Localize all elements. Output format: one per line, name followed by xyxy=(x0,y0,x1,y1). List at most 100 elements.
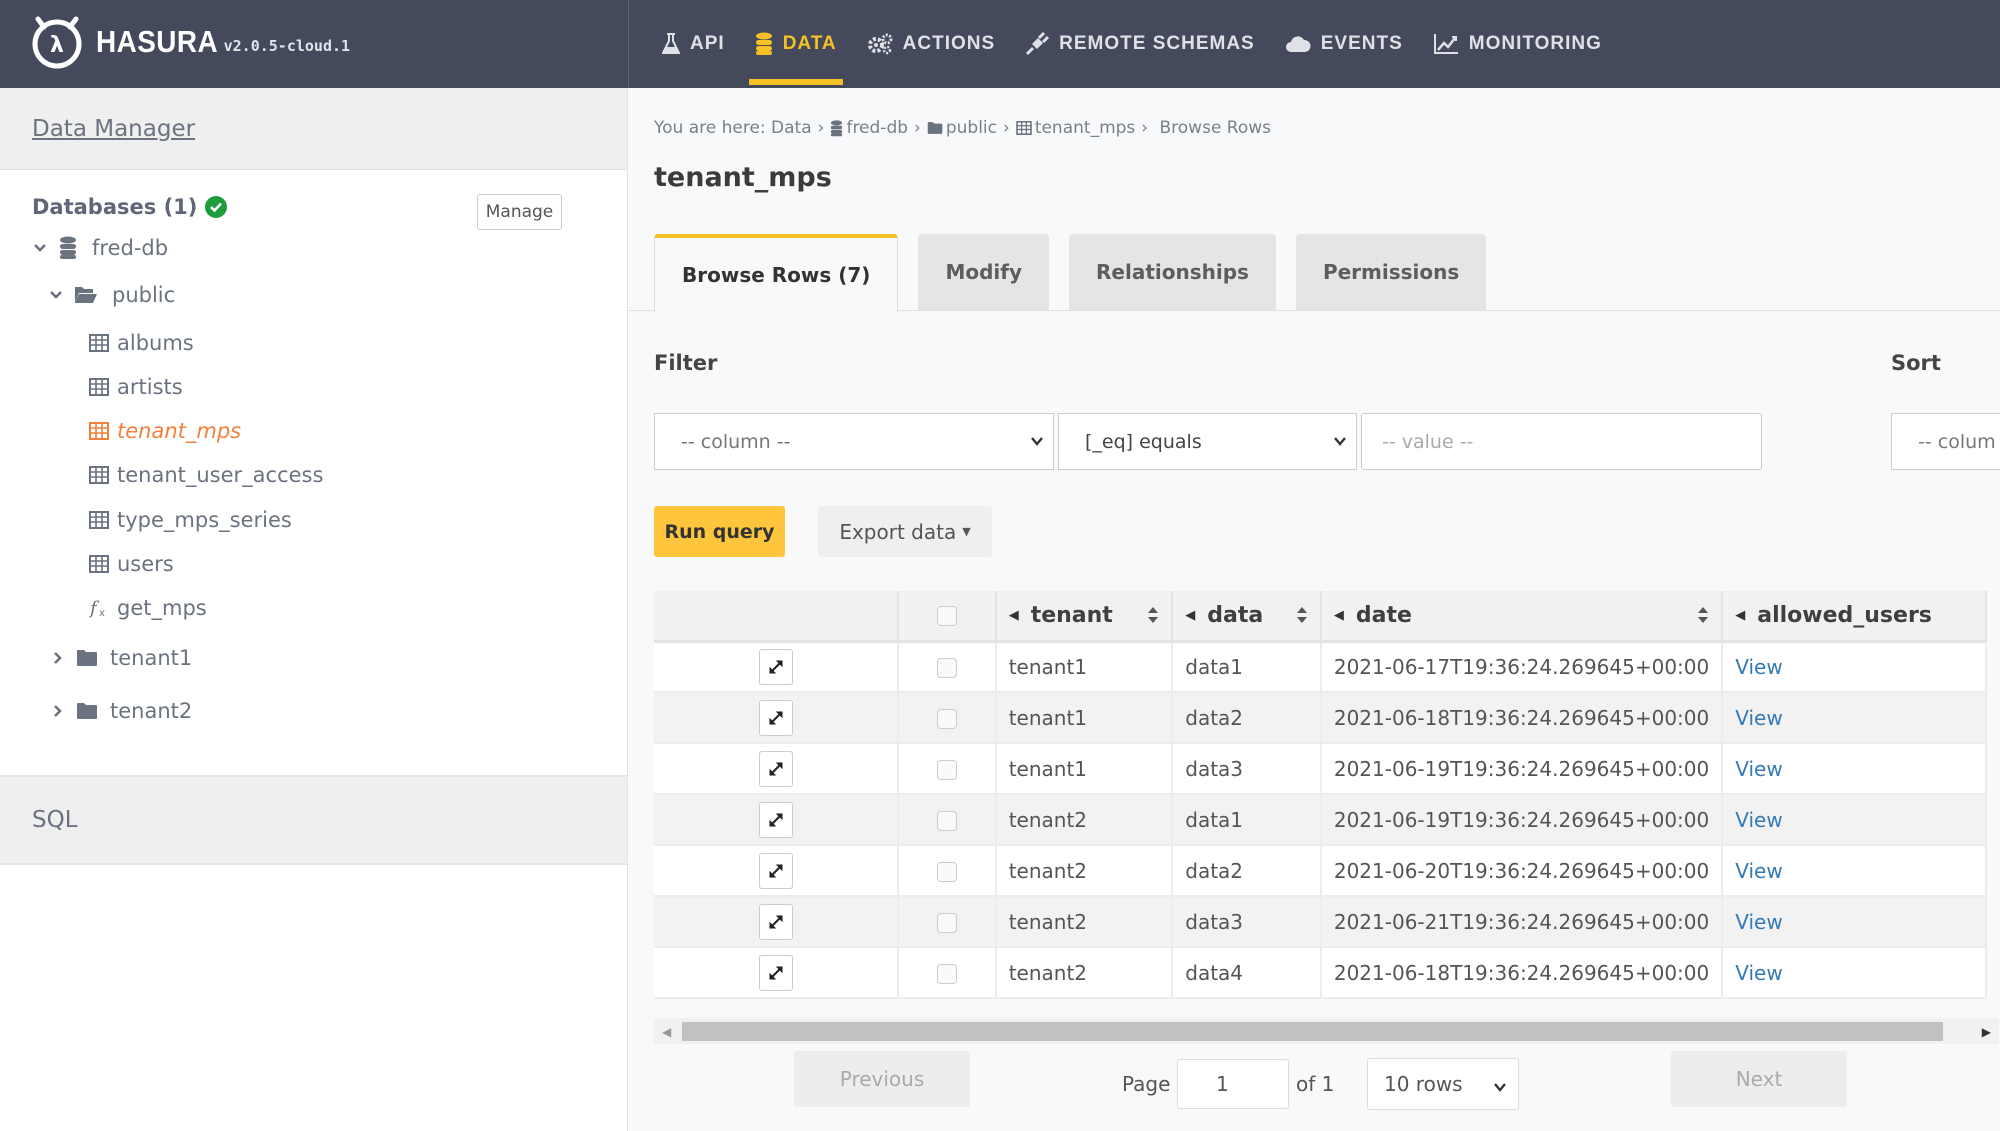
data-manager-section: Data Manager xyxy=(0,88,627,170)
rows-per-page-select[interactable]: 10 rows xyxy=(1367,1058,1519,1110)
expand-row-button[interactable] xyxy=(758,801,793,838)
header-data[interactable]: ◀ data xyxy=(1172,591,1322,643)
expand-row-button[interactable] xyxy=(758,648,793,685)
row-checkbox[interactable] xyxy=(936,964,957,984)
tree-table-tenant-mps[interactable]: tenant_mps xyxy=(89,419,241,443)
filter-operator-select[interactable]: [_eq] equals xyxy=(1058,413,1357,470)
sort-icon[interactable] xyxy=(1296,605,1308,631)
caret-left-icon[interactable]: ◀ xyxy=(1185,608,1195,623)
table-icon xyxy=(89,555,109,573)
tree-table-users[interactable]: users xyxy=(89,552,174,576)
breadcrumb-database[interactable]: fred-db xyxy=(846,118,908,138)
tree-database-fred-db[interactable]: fred-db xyxy=(32,236,168,260)
chevron-right-icon[interactable] xyxy=(50,651,66,665)
expand-row-button[interactable] xyxy=(758,699,793,736)
table-row: tenant2 data4 2021-06-18T19:36:24.269645… xyxy=(654,947,1987,999)
caret-left-icon[interactable]: ◀ xyxy=(1735,608,1745,623)
data-manager-link[interactable]: Data Manager xyxy=(32,116,195,142)
page-number-input[interactable]: 1 xyxy=(1177,1059,1289,1109)
tab-permissions[interactable]: Permissions xyxy=(1295,234,1487,310)
previous-page-button[interactable]: Previous xyxy=(794,1051,970,1107)
tab-browse-rows[interactable]: Browse Rows (7) xyxy=(654,234,899,312)
table-row: tenant2 data3 2021-06-21T19:36:24.269645… xyxy=(654,896,1987,948)
expand-row-button[interactable] xyxy=(758,750,793,787)
expand-icon xyxy=(768,812,783,827)
tree-table-albums[interactable]: albums xyxy=(89,331,194,355)
table-body: tenant1 data1 2021-06-17T19:36:24.269645… xyxy=(654,641,1987,999)
header-tenant[interactable]: ◀ tenant xyxy=(995,591,1174,643)
sort-icon[interactable] xyxy=(1697,605,1709,631)
caret-left-icon[interactable]: ◀ xyxy=(1009,608,1019,623)
header-label: allowed_users xyxy=(1757,602,1932,628)
filter-column-select[interactable]: -- column -- xyxy=(654,413,1054,470)
sort-column-select[interactable]: -- colum xyxy=(1891,413,2000,470)
manage-button[interactable]: Manage xyxy=(477,194,562,230)
header-label: tenant xyxy=(1030,602,1113,628)
cell-data: data2 xyxy=(1172,692,1322,744)
header-allowed-users[interactable]: ◀ allowed_users xyxy=(1722,591,1987,643)
run-query-button[interactable]: Run query xyxy=(654,506,785,557)
expand-icon xyxy=(768,965,783,980)
expand-icon xyxy=(768,863,783,878)
row-checkbox[interactable] xyxy=(936,658,957,679)
export-data-button[interactable]: Export data ▼ xyxy=(818,506,992,557)
row-checkbox[interactable] xyxy=(936,862,957,882)
nav-events[interactable]: EVENTS xyxy=(1273,0,1415,88)
filter-value-input[interactable]: -- value -- xyxy=(1361,413,1762,470)
nav-remote-schemas[interactable]: REMOTE SCHEMAS xyxy=(1013,0,1267,88)
tree-schema-tenant2[interactable]: tenant2 xyxy=(50,699,192,723)
row-checkbox[interactable] xyxy=(936,709,957,729)
tab-modify[interactable]: Modify xyxy=(918,234,1049,310)
nav-remote-schemas-label: REMOTE SCHEMAS xyxy=(1059,33,1255,54)
view-allowed-users-link[interactable]: View xyxy=(1735,961,1782,985)
nav-data[interactable]: DATA xyxy=(743,0,849,88)
scroll-left-icon[interactable]: ◀ xyxy=(662,1025,671,1039)
expand-row-button[interactable] xyxy=(758,903,793,940)
nav-data-label: DATA xyxy=(782,33,837,54)
row-checkbox[interactable] xyxy=(936,913,957,933)
sort-icon[interactable] xyxy=(1147,605,1159,631)
row-checkbox[interactable] xyxy=(936,811,957,831)
filter-label: Filter xyxy=(654,351,718,375)
nav-api[interactable]: API xyxy=(650,0,737,88)
nav-actions[interactable]: ACTIONS xyxy=(855,0,1008,88)
view-allowed-users-link[interactable]: View xyxy=(1735,655,1782,679)
select-all-checkbox[interactable] xyxy=(936,605,957,626)
expand-row-button[interactable] xyxy=(758,852,793,889)
row-checkbox[interactable] xyxy=(936,760,957,780)
view-allowed-users-link[interactable]: View xyxy=(1735,706,1782,730)
tree-label: artists xyxy=(117,375,183,399)
tree-schema-public[interactable]: public xyxy=(48,283,175,307)
tab-relationships[interactable]: Relationships xyxy=(1069,234,1276,310)
tree-table-type-mps-series[interactable]: type_mps_series xyxy=(89,508,292,532)
breadcrumb-data[interactable]: Data xyxy=(771,118,812,138)
tree-schema-tenant1[interactable]: tenant1 xyxy=(50,646,192,670)
caret-left-icon[interactable]: ◀ xyxy=(1334,608,1344,623)
scrollbar-thumb[interactable] xyxy=(682,1022,1943,1041)
brand[interactable]: λ HASURA v2.0.5-cloud.1 xyxy=(28,12,628,72)
view-allowed-users-link[interactable]: View xyxy=(1735,859,1782,883)
view-allowed-users-link[interactable]: View xyxy=(1735,808,1782,832)
chevron-down-icon[interactable] xyxy=(48,290,64,300)
chevron-right-icon[interactable] xyxy=(50,704,66,718)
expand-icon xyxy=(768,660,783,674)
tree-table-artists[interactable]: artists xyxy=(89,375,183,399)
top-navbar: λ HASURA v2.0.5-cloud.1 API DATA ACTIONS xyxy=(0,0,2000,88)
header-date[interactable]: ◀ date xyxy=(1320,591,1724,643)
view-allowed-users-link[interactable]: View xyxy=(1735,910,1782,934)
breadcrumb-table[interactable]: tenant_mps xyxy=(1035,118,1135,138)
expand-row-button[interactable] xyxy=(758,954,793,991)
sql-link[interactable]: SQL xyxy=(32,807,78,833)
breadcrumb-schema[interactable]: public xyxy=(946,118,997,138)
tree-table-tenant-user-access[interactable]: tenant_user_access xyxy=(89,463,323,487)
nav-monitoring[interactable]: MONITORING xyxy=(1421,0,1614,88)
view-allowed-users-link[interactable]: View xyxy=(1735,757,1782,781)
next-page-button[interactable]: Next xyxy=(1671,1051,1847,1107)
tree-function-get-mps[interactable]: fx get_mps xyxy=(89,596,207,620)
breadcrumb-current: Browse Rows xyxy=(1159,118,1272,138)
scroll-right-icon[interactable]: ▶ xyxy=(1982,1025,1991,1039)
sidebar: Data Manager Databases (1) Manage fred-d… xyxy=(0,88,628,1131)
horizontal-scrollbar[interactable]: ◀ ▶ xyxy=(654,1018,1999,1044)
chevron-down-icon[interactable] xyxy=(32,243,48,253)
expand-icon xyxy=(768,710,783,725)
